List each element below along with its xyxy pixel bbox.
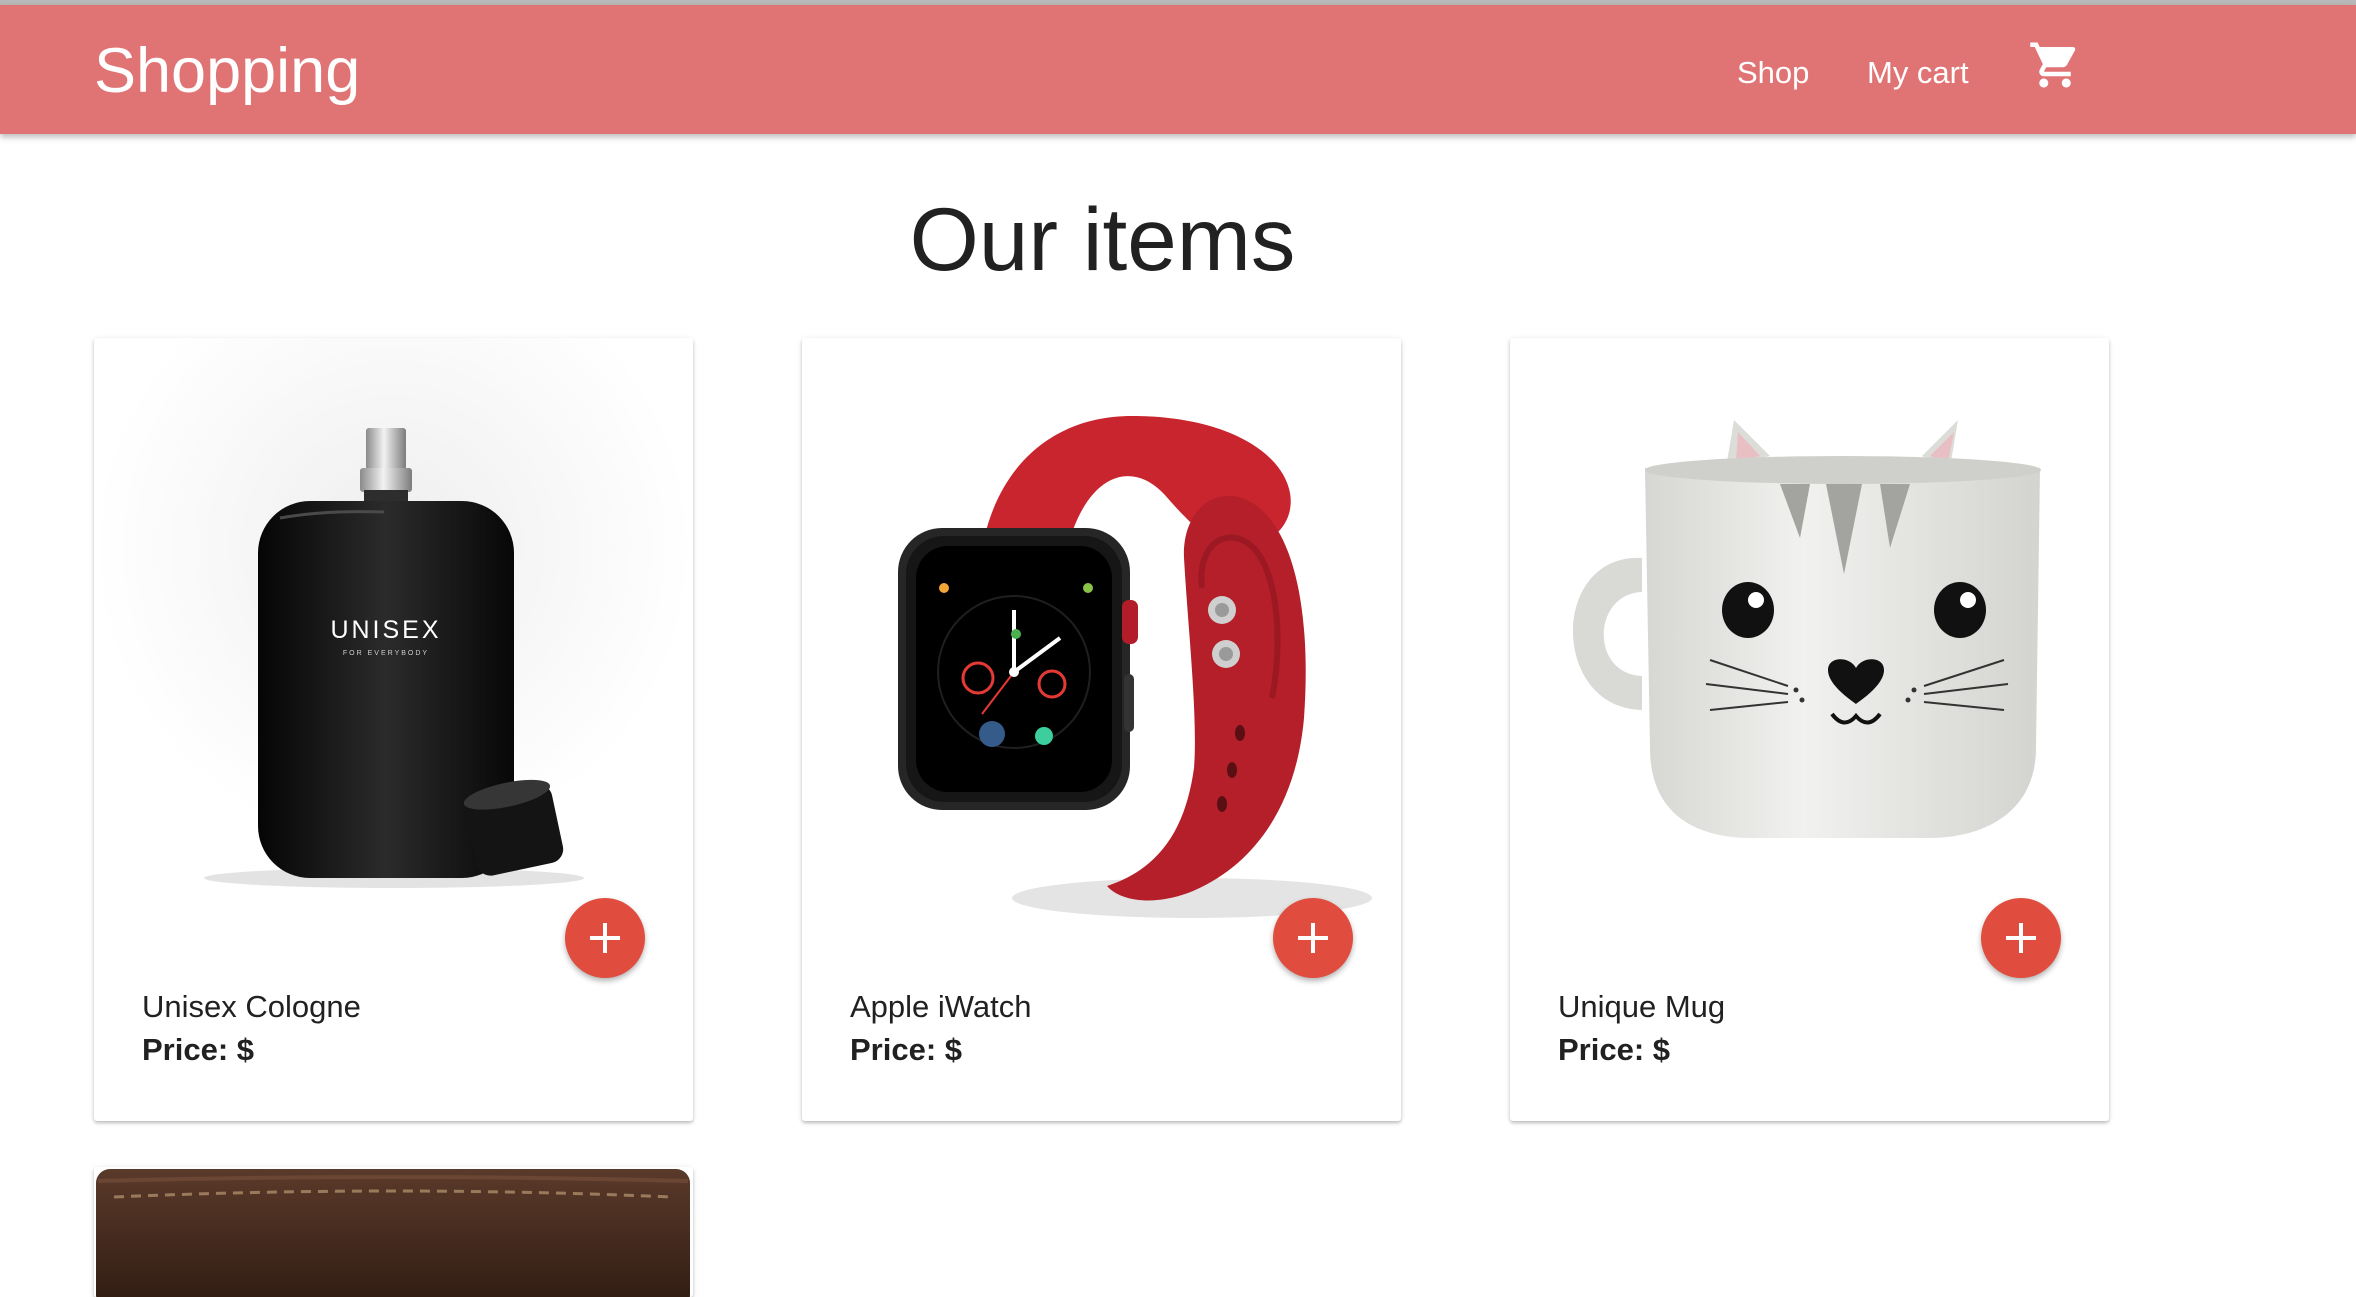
- product-price: Price: $: [1558, 1032, 1671, 1067]
- product-card: UNISEX FOR EVERYBODY Unisex Cologne Pric…: [94, 338, 693, 1121]
- product-name: Unique Mug: [1558, 989, 1726, 1024]
- product-price: Price: $: [142, 1032, 255, 1067]
- add-to-cart-button[interactable]: [565, 898, 645, 978]
- navbar: Shopping Shop My cart: [0, 5, 2356, 134]
- add-to-cart-button[interactable]: [1981, 898, 2061, 978]
- product-card: [94, 1167, 693, 1297]
- shopping-cart-icon[interactable]: [2028, 38, 2082, 92]
- product-name: Unisex Cologne: [142, 989, 361, 1024]
- product-card: Apple iWatch Price: $: [802, 338, 1401, 1121]
- page-title: Our items: [909, 189, 1296, 289]
- nav-link-my-cart[interactable]: My cart: [1867, 55, 1969, 91]
- nav-link-shop[interactable]: Shop: [1737, 55, 1809, 91]
- watch-image: [898, 416, 1372, 918]
- bottle-label: UNISEX: [330, 616, 441, 644]
- product-name: Apple iWatch: [850, 989, 1032, 1024]
- mug-image: [1573, 420, 2041, 838]
- brand-title[interactable]: Shopping: [94, 35, 360, 107]
- product-card: Unique Mug Price: $: [1510, 338, 2109, 1121]
- cologne-image: UNISEX FOR EVERYBODY: [94, 338, 693, 938]
- bottle-sublabel: FOR EVERYBODY: [343, 650, 429, 657]
- product-price: Price: $: [850, 1032, 963, 1067]
- wallet-image: [94, 1167, 693, 1297]
- add-to-cart-button[interactable]: [1273, 898, 1353, 978]
